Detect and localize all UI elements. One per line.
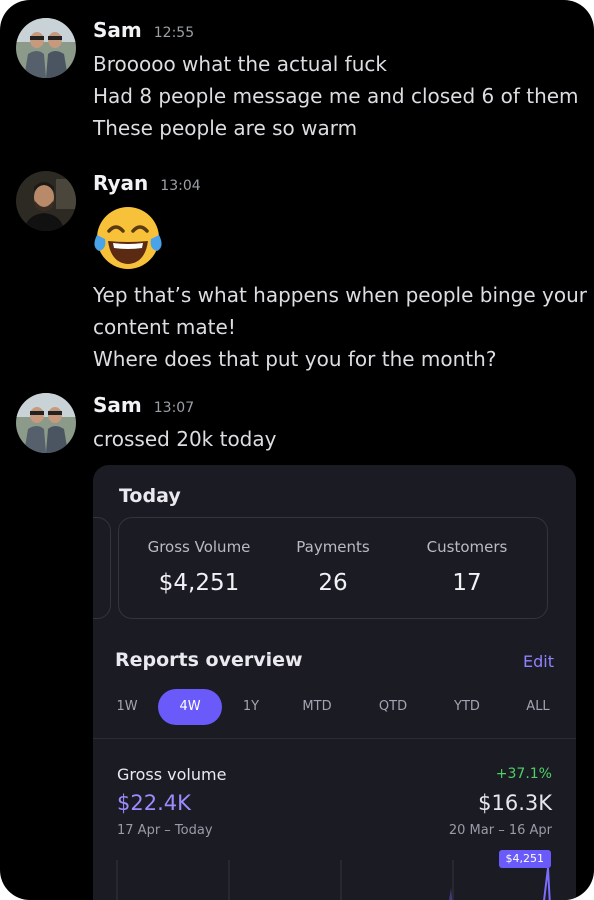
tab-mtd[interactable]: MTD	[285, 689, 349, 725]
today-label: Today	[119, 485, 181, 507]
stat-value: 26	[318, 570, 348, 596]
author-name[interactable]: Ryan	[93, 171, 148, 195]
edit-link[interactable]: Edit	[523, 652, 554, 671]
message-text: content mate!	[93, 315, 236, 339]
chart-line	[543, 867, 551, 900]
stat-value: 17	[452, 570, 482, 596]
comparison-range: 20 Mar – 16 Apr	[448, 823, 552, 838]
gross-volume-label: Gross volume	[117, 765, 227, 784]
message-text: Where does that put you for the month?	[93, 347, 497, 371]
timestamp: 13:07	[153, 400, 195, 416]
period-tabs: 1W 4W 1Y MTD QTD YTD ALL	[105, 689, 565, 727]
author-name[interactable]: Sam	[93, 18, 142, 42]
avatar-sam[interactable]	[16, 393, 76, 453]
comparison-value: $16.3K	[478, 791, 552, 815]
attached-screenshot[interactable]: Today Gross Volume $4,251 Payments 26 Cu…	[93, 465, 576, 900]
message-text: Yep that’s what happens when people bing…	[93, 283, 588, 307]
chat-window: Sam 12:55 Brooooo what the actual fuck H…	[0, 0, 594, 900]
message-text: Had 8 people message me and closed 6 of …	[93, 84, 579, 108]
stat-value: $4,251	[158, 570, 240, 596]
gross-volume-range: 17 Apr – Today	[117, 823, 213, 838]
tab-qtd[interactable]: QTD	[361, 689, 425, 725]
timestamp: 12:55	[153, 25, 195, 41]
stat-title: Payments	[296, 538, 370, 556]
gross-volume-value: $22.4K	[117, 791, 191, 815]
divider	[93, 738, 576, 739]
stats-card: Gross Volume $4,251 Payments 26 Customer…	[118, 517, 548, 619]
stat-title: Gross Volume	[147, 538, 251, 556]
avatar-ryan[interactable]	[16, 171, 76, 231]
tab-all[interactable]: ALL	[506, 689, 570, 725]
change-percent: +37.1%	[495, 766, 552, 782]
tab-4w[interactable]: 4W	[158, 689, 222, 725]
reports-overview-title: Reports overview	[115, 649, 303, 671]
author-name[interactable]: Sam	[93, 393, 142, 417]
message-text: These people are so warm	[93, 116, 358, 140]
tab-1y[interactable]: 1Y	[219, 689, 283, 725]
timestamp: 13:04	[160, 178, 201, 194]
message-text: crossed 20k today	[93, 427, 277, 451]
message-text: Brooooo what the actual fuck	[93, 52, 387, 76]
stat-title: Customers	[426, 538, 508, 556]
tab-ytd[interactable]: YTD	[435, 689, 499, 725]
tears-of-joy-emoji	[93, 203, 163, 273]
avatar-sam[interactable]	[16, 18, 76, 78]
gross-volume-chart[interactable]	[93, 860, 576, 900]
previous-stats-card	[93, 517, 111, 619]
tab-1w[interactable]: 1W	[95, 689, 159, 725]
